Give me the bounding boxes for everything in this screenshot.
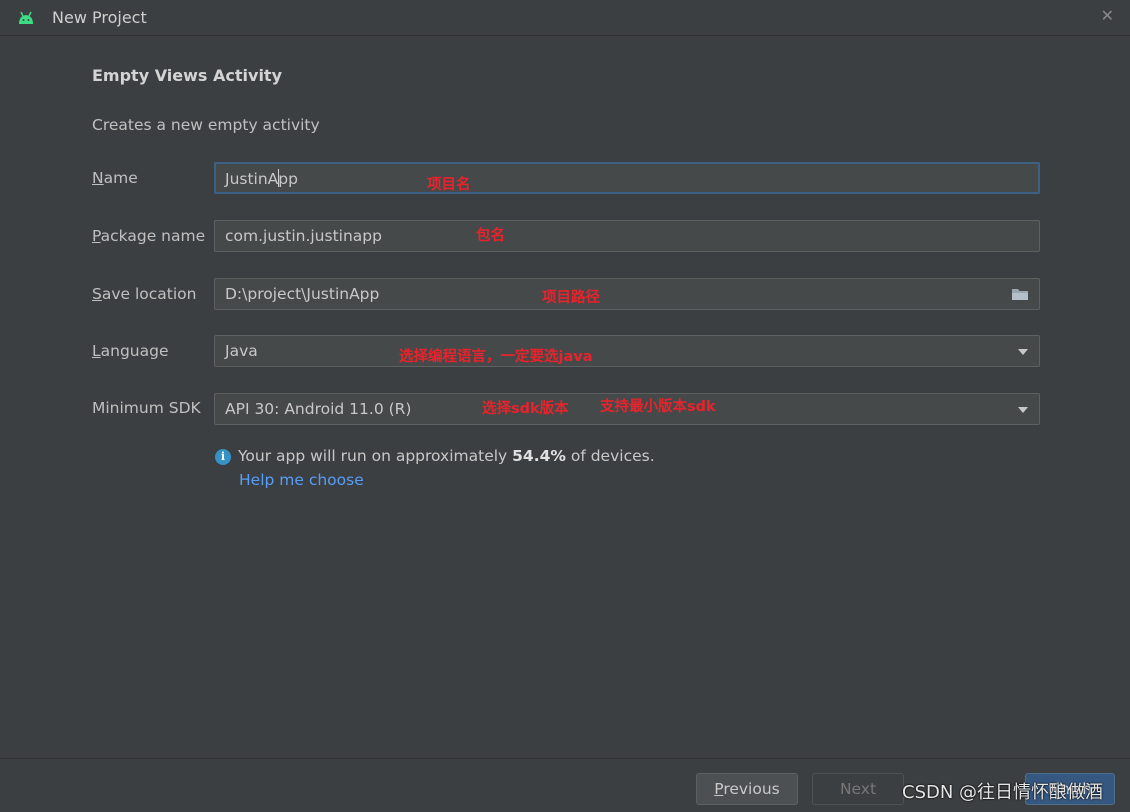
annotation-sdk-min: 支持最小版本sdk [600,399,716,415]
previous-button[interactable]: Previous [696,773,798,805]
annotation-package: 包名 [476,228,505,244]
name-value: JustinApp [225,169,298,188]
name-input[interactable]: JustinApp [214,162,1040,194]
template-heading: Empty Views Activity [92,66,283,85]
annotation-name: 项目名 [427,177,471,193]
language-label: Language [92,342,169,360]
help-me-choose-link[interactable]: Help me choose [239,471,364,489]
chevron-down-icon[interactable] [1018,349,1028,355]
annotation-language: 选择编程语言，一定要选java [399,349,593,365]
template-description: Creates a new empty activity [92,116,320,134]
close-icon[interactable]: ✕ [1101,6,1114,25]
folder-icon[interactable] [1011,287,1029,301]
save-location-value: D:\project\JustinApp [225,285,380,303]
save-location-input[interactable]: D:\project\JustinApp [214,278,1040,310]
package-label: Package name [92,227,206,245]
save-location-label: Save location [92,285,197,303]
min-sdk-value: API 30: Android 11.0 (R) [225,400,412,418]
name-label: Name [92,169,138,187]
title-bar: New Project ✕ [0,0,1130,36]
min-sdk-label: Minimum SDK [92,399,201,417]
language-value: Java [225,342,258,360]
language-select[interactable]: Java [214,335,1040,367]
window-title: New Project [52,8,147,27]
annotation-sdk-select: 选择sdk版本 [482,401,569,417]
device-coverage-text: Your app will run on approximately 54.4%… [238,447,655,465]
android-icon [19,11,33,24]
chevron-down-icon[interactable] [1018,407,1028,413]
package-value: com.justin.justinapp [225,227,382,245]
annotation-location: 项目路径 [542,290,600,306]
next-button[interactable]: Next [812,773,904,805]
watermark: CSDN @往日情怀酿做酒 [902,782,1104,803]
info-icon: i [215,449,231,465]
coverage-percent: 54.4% [512,447,566,465]
package-input[interactable]: com.justin.justinapp [214,220,1040,252]
